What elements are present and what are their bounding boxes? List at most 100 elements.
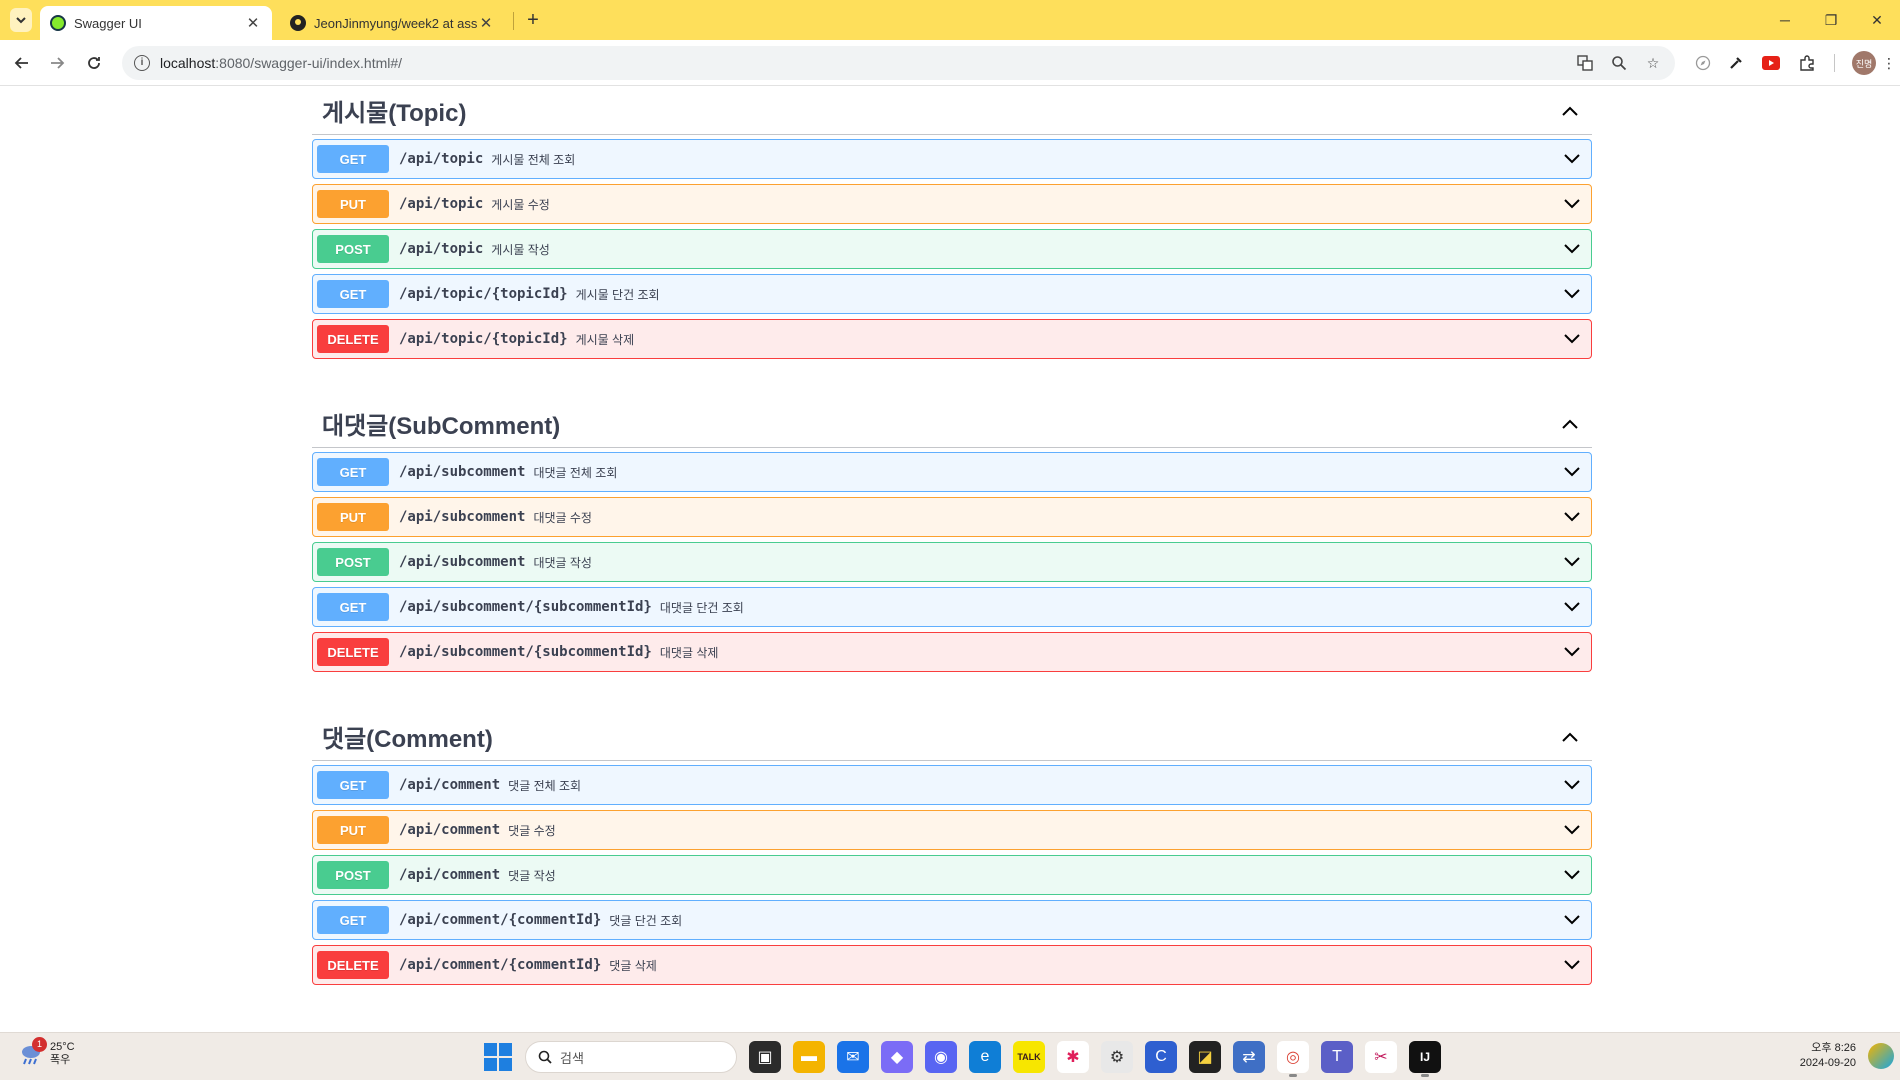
close-tab-icon[interactable]: ✕ <box>477 14 495 32</box>
chevron-up-icon[interactable] <box>1558 412 1582 436</box>
edge-icon[interactable]: e <box>969 1041 1001 1073</box>
operation-path: /api/comment/{commentId} <box>399 957 602 973</box>
method-badge: POST <box>317 548 389 576</box>
operation-get-comment-by-id[interactable]: GET /api/comment/{commentId} 댓글 단건 조회 <box>312 900 1592 940</box>
new-tab-button[interactable]: + <box>520 8 546 34</box>
operation-get-topic[interactable]: GET /api/topic 게시물 전체 조회 <box>312 139 1592 179</box>
chevron-down-icon[interactable] <box>1557 189 1587 219</box>
chevron-up-icon[interactable] <box>1558 99 1582 123</box>
weather-widget[interactable]: 1 25°C 폭우 <box>18 1037 75 1067</box>
method-badge: GET <box>317 771 389 799</box>
zoom-icon[interactable] <box>1609 53 1629 73</box>
chevron-down-icon[interactable] <box>1557 770 1587 800</box>
mail-icon[interactable]: ✉ <box>837 1041 869 1073</box>
settings-gear-icon[interactable]: ⚙ <box>1101 1041 1133 1073</box>
operation-post-comment[interactable]: POST /api/comment 댓글 작성 <box>312 855 1592 895</box>
method-badge: POST <box>317 861 389 889</box>
extension-compass-icon[interactable] <box>1692 52 1714 74</box>
site-info-icon[interactable]: i <box>134 55 150 71</box>
method-badge: POST <box>317 235 389 263</box>
kakaotalk-icon[interactable]: TALK <box>1013 1041 1045 1073</box>
close-tab-icon[interactable]: ✕ <box>244 14 262 32</box>
tab-github[interactable]: JeonJinmyung/week2 at assig ✕ <box>280 6 505 40</box>
chevron-down-icon[interactable] <box>1557 905 1587 935</box>
system-clock[interactable]: 오후 8:26 2024-09-20 <box>1800 1041 1856 1071</box>
chevron-down-icon[interactable] <box>1557 637 1587 667</box>
teams-icon[interactable]: T <box>1321 1041 1353 1073</box>
operation-summary: 댓글 삭제 <box>609 958 657 973</box>
chevron-down-icon[interactable] <box>1557 234 1587 264</box>
sticky-notes-icon[interactable]: ◪ <box>1189 1041 1221 1073</box>
tab-search-button[interactable] <box>10 8 32 32</box>
method-badge: DELETE <box>317 638 389 666</box>
operation-path: /api/subcomment <box>399 464 526 480</box>
operation-get-topic-by-id[interactable]: GET /api/topic/{topicId} 게시물 단건 조회 <box>312 274 1592 314</box>
operation-get-subcomment[interactable]: GET /api/subcomment 대댓글 전체 조회 <box>312 452 1592 492</box>
tag-header[interactable]: 댓글(Comment) <box>312 713 1592 761</box>
operation-put-subcomment[interactable]: PUT /api/subcomment 대댓글 수정 <box>312 497 1592 537</box>
intellij-icon[interactable]: IJ <box>1409 1041 1441 1077</box>
tag-header[interactable]: 대댓글(SubComment) <box>312 400 1592 448</box>
operation-put-topic[interactable]: PUT /api/topic 게시물 수정 <box>312 184 1592 224</box>
operation-get-subcomment-by-id[interactable]: GET /api/subcomment/{subcommentId} 대댓글 단… <box>312 587 1592 627</box>
tab-title: JeonJinmyung/week2 at assig <box>314 15 477 31</box>
chrome-icon[interactable]: ◎ <box>1277 1041 1309 1077</box>
back-button[interactable] <box>8 49 36 77</box>
network-app-icon[interactable]: ⇄ <box>1233 1041 1265 1073</box>
chevron-down-icon[interactable] <box>1557 547 1587 577</box>
tag-section-comment: 댓글(Comment) GET /api/comment 댓글 전체 조회 PU… <box>312 713 1592 997</box>
snipping-tool-icon[interactable]: ✂ <box>1365 1041 1397 1073</box>
operation-post-topic[interactable]: POST /api/topic 게시물 작성 <box>312 229 1592 269</box>
weather-rain-icon: 1 <box>18 1037 47 1067</box>
address-bar[interactable]: i localhost:8080/swagger-ui/index.html#/… <box>122 46 1675 80</box>
chevron-down-icon[interactable] <box>1557 502 1587 532</box>
operation-delete-topic[interactable]: DELETE /api/topic/{topicId} 게시물 삭제 <box>312 319 1592 359</box>
tab-swagger-ui[interactable]: Swagger UI ✕ <box>40 6 272 40</box>
chevron-down-icon[interactable] <box>1557 860 1587 890</box>
reload-button[interactable] <box>80 49 108 77</box>
forward-button[interactable] <box>43 49 71 77</box>
taskbar-search[interactable]: 검색 <box>525 1041 737 1073</box>
chevron-down-icon[interactable] <box>1557 815 1587 845</box>
chevron-down-icon[interactable] <box>1557 144 1587 174</box>
operation-path: /api/subcomment <box>399 509 526 525</box>
extension-eyedropper-icon[interactable] <box>1725 52 1747 74</box>
tag-header[interactable]: 게시물(Topic) <box>312 87 1592 135</box>
tag-section-topic: 게시물(Topic) GET /api/topic 게시물 전체 조회 PUT … <box>312 87 1592 371</box>
chevron-down-icon[interactable] <box>1557 592 1587 622</box>
operation-put-comment[interactable]: PUT /api/comment 댓글 수정 <box>312 810 1592 850</box>
restore-icon[interactable]: ❐ <box>1808 0 1854 40</box>
translate-icon[interactable] <box>1575 53 1595 73</box>
operation-delete-subcomment[interactable]: DELETE /api/subcomment/{subcommentId} 대댓… <box>312 632 1592 672</box>
tag-section-subcomment: 대댓글(SubComment) GET /api/subcomment 대댓글 … <box>312 400 1592 684</box>
slack-icon[interactable]: ✱ <box>1057 1041 1089 1073</box>
chevron-up-icon[interactable] <box>1558 725 1582 749</box>
chevron-down-icon[interactable] <box>1557 950 1587 980</box>
method-badge: GET <box>317 906 389 934</box>
chevron-down-icon[interactable] <box>1557 324 1587 354</box>
app-c-icon[interactable]: C <box>1145 1041 1177 1073</box>
file-explorer-icon[interactable]: ▬ <box>793 1041 825 1073</box>
discord-icon[interactable]: ◉ <box>925 1041 957 1073</box>
operation-post-subcomment[interactable]: POST /api/subcomment 대댓글 작성 <box>312 542 1592 582</box>
bookmark-star-icon[interactable]: ☆ <box>1643 53 1663 73</box>
extension-youtube-icon[interactable] <box>1760 52 1782 74</box>
close-window-icon[interactable]: ✕ <box>1854 0 1900 40</box>
task-view-icon[interactable]: ▣ <box>749 1041 781 1073</box>
url-path: :8080/swagger-ui/index.html#/ <box>215 55 403 71</box>
browser-menu-icon[interactable]: ⋮ <box>1882 52 1896 74</box>
extensions-puzzle-icon[interactable] <box>1796 52 1818 74</box>
copilot-corner-icon[interactable] <box>1868 1043 1894 1069</box>
arrow-right-icon <box>51 57 65 69</box>
tag-title: 게시물(Topic) <box>322 100 467 127</box>
minimize-icon[interactable]: ─ <box>1762 0 1808 40</box>
start-button[interactable] <box>483 1042 513 1072</box>
operation-delete-comment[interactable]: DELETE /api/comment/{commentId} 댓글 삭제 <box>312 945 1592 985</box>
profile-avatar[interactable]: 진명 <box>1852 51 1876 75</box>
operation-summary: 댓글 수정 <box>508 823 556 838</box>
operation-summary: 게시물 수정 <box>491 197 550 212</box>
chevron-down-icon[interactable] <box>1557 279 1587 309</box>
chevron-down-icon[interactable] <box>1557 457 1587 487</box>
operation-get-comment[interactable]: GET /api/comment 댓글 전체 조회 <box>312 765 1592 805</box>
copilot-icon[interactable]: ◆ <box>881 1041 913 1073</box>
